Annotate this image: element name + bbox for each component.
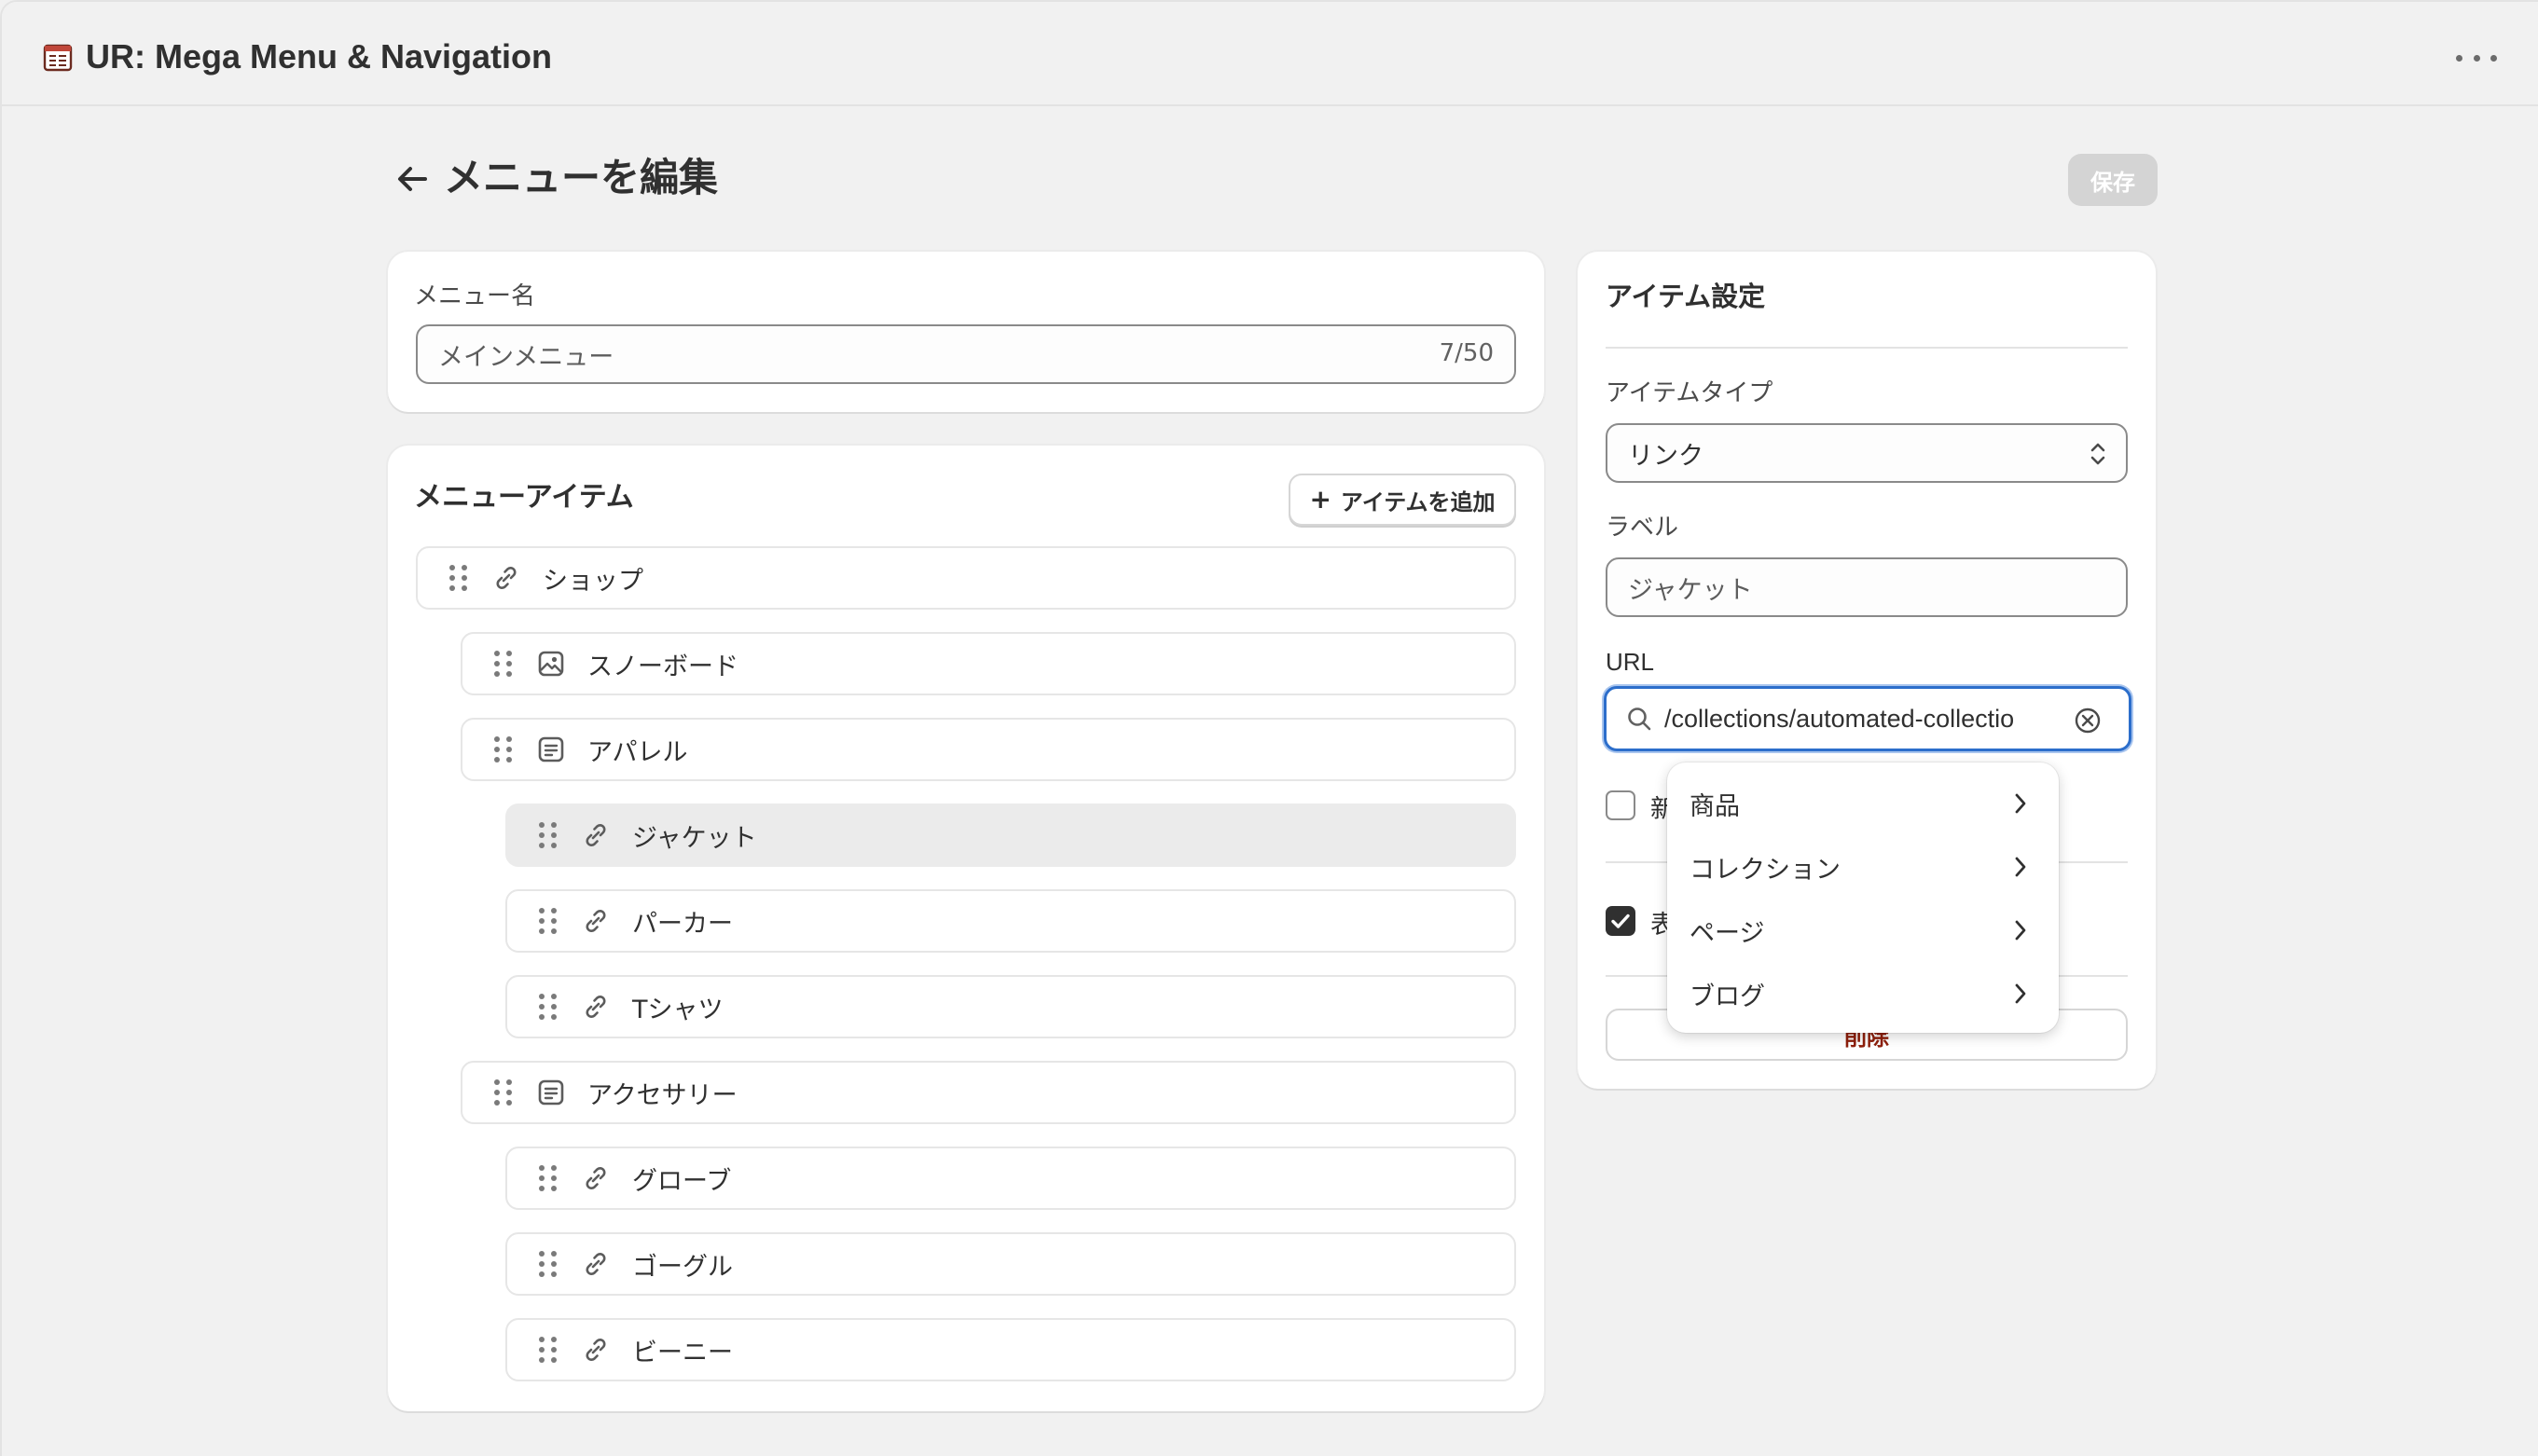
show-item-checkbox[interactable]	[1606, 906, 1635, 936]
chevron-right-icon	[2015, 857, 2026, 877]
app-title: UR: Mega Menu & Navigation	[86, 37, 553, 76]
menu-item-row[interactable]: アパレル	[461, 718, 1516, 781]
menu-item-label: アクセサリー	[587, 1080, 738, 1110]
item-type-label: アイテムタイプ	[1606, 379, 1773, 407]
app-window: UR: Mega Menu & Navigation メニューを編集 保存 メニ…	[0, 0, 2538, 1456]
menu-items-card: メニューアイテム + アイテムを追加 ショップスノーボード アパレルジャケットパー…	[388, 446, 1544, 1411]
checkmark-icon	[1611, 913, 1630, 928]
menu-item-label: パーカー	[632, 909, 733, 939]
url-suggestion-item[interactable]: ページ	[1667, 899, 2059, 962]
link-icon	[586, 996, 606, 1018]
menu-item-label: ジャケット	[632, 823, 757, 853]
drag-handle-icon[interactable]	[494, 651, 513, 677]
arrow-left-icon[interactable]	[392, 160, 433, 198]
link-icon	[586, 910, 606, 932]
page-icon	[538, 736, 564, 762]
url-suggestion-label: 商品	[1690, 791, 1740, 821]
url-suggestion-popover: 商品コレクション ページブログ	[1667, 762, 2059, 1033]
menu-item-row[interactable]: ビーニー	[505, 1318, 1516, 1381]
link-icon	[586, 1253, 606, 1275]
divider	[1606, 347, 2128, 349]
menu-item-row[interactable]: ジャケット	[505, 804, 1516, 867]
link-icon	[586, 824, 606, 846]
url-suggestion-item[interactable]: ブログ	[1667, 962, 2059, 1025]
url-suggestion-label: コレクション	[1690, 855, 1841, 885]
url-suggestion-item[interactable]: 商品	[1667, 772, 2059, 835]
menu-name-label: メニュー名	[414, 282, 536, 310]
character-counter: 7/50	[1439, 339, 1494, 367]
add-item-button[interactable]: + アイテムを追加	[1289, 474, 1516, 526]
menu-item-row[interactable]: アクセサリー	[461, 1061, 1516, 1124]
url-suggestion-label: ブログ	[1690, 982, 1765, 1011]
url-label: URL	[1606, 648, 1655, 676]
drag-handle-icon[interactable]	[539, 1337, 558, 1363]
chevron-right-icon	[2015, 920, 2026, 941]
item-settings-title: アイテム設定	[1606, 281, 1766, 312]
label-input-value: ジャケット	[1628, 575, 1753, 605]
link-icon	[586, 1339, 606, 1361]
url-suggestion-item[interactable]: コレクション	[1667, 835, 2059, 899]
drag-handle-icon[interactable]	[449, 565, 468, 591]
menu-item-row[interactable]: グローブ	[505, 1147, 1516, 1210]
menu-name-card: メニュー名 メインメニュー 7/50	[388, 252, 1544, 412]
menu-item-label: ゴーグル	[632, 1252, 733, 1282]
item-type-select[interactable]: リンク	[1606, 423, 2128, 483]
item-type-value: リンク	[1628, 441, 1703, 471]
url-suggestion-label: ページ	[1690, 918, 1765, 948]
menu-item-label: グローブ	[632, 1166, 732, 1196]
save-button[interactable]: 保存	[2068, 154, 2158, 206]
label-input[interactable]: ジャケット	[1606, 557, 2128, 617]
clear-circle-icon[interactable]	[2073, 706, 2103, 735]
menu-items-title: メニューアイテム	[414, 481, 634, 514]
chevron-right-icon	[2015, 793, 2026, 814]
page-icon	[538, 1079, 564, 1106]
app-table-icon	[43, 44, 73, 72]
menu-item-row[interactable]: パーカー	[505, 889, 1516, 953]
drag-handle-icon[interactable]	[539, 994, 558, 1020]
drag-handle-icon[interactable]	[539, 1165, 558, 1191]
chevron-right-icon	[2015, 983, 2026, 1004]
menu-item-row[interactable]: Tシャツ	[505, 975, 1516, 1038]
menu-item-label: ビーニー	[632, 1338, 733, 1367]
page-title: メニューを編集	[444, 155, 719, 200]
image-icon	[538, 651, 564, 677]
more-horizontal-icon[interactable]	[2456, 45, 2497, 71]
label-field-label: ラベル	[1606, 514, 1679, 542]
menu-name-value: メインメニュー	[438, 342, 614, 372]
menu-item-label: Tシャツ	[632, 995, 724, 1024]
app-header: UR: Mega Menu & Navigation	[2, 2, 2538, 106]
menu-item-row[interactable]: スノーボード	[461, 632, 1516, 695]
drag-handle-icon[interactable]	[539, 1251, 558, 1277]
open-new-tab-checkbox[interactable]	[1606, 790, 1635, 820]
menu-item-label: スノーボード	[587, 652, 738, 681]
menu-item-label: アパレル	[587, 737, 688, 767]
menu-item-row[interactable]: ショップ	[416, 546, 1516, 610]
url-search-input[interactable]: /collections/automated-collectio	[1604, 686, 2131, 751]
link-icon	[496, 567, 517, 589]
link-icon	[586, 1167, 606, 1189]
drag-handle-icon[interactable]	[539, 908, 558, 934]
menu-item-row[interactable]: ゴーグル	[505, 1232, 1516, 1296]
menu-item-label: ショップ	[543, 566, 643, 596]
plus-icon: +	[1309, 484, 1331, 515]
add-item-label: アイテムを追加	[1340, 488, 1496, 515]
drag-handle-icon[interactable]	[494, 736, 513, 762]
select-chevron-icon	[2090, 443, 2105, 465]
search-icon	[1628, 707, 1651, 731]
menu-name-input[interactable]: メインメニュー 7/50	[416, 324, 1516, 384]
drag-handle-icon[interactable]	[494, 1079, 513, 1106]
url-input-value: /collections/automated-collectio	[1664, 704, 2015, 733]
drag-handle-icon[interactable]	[539, 822, 558, 848]
